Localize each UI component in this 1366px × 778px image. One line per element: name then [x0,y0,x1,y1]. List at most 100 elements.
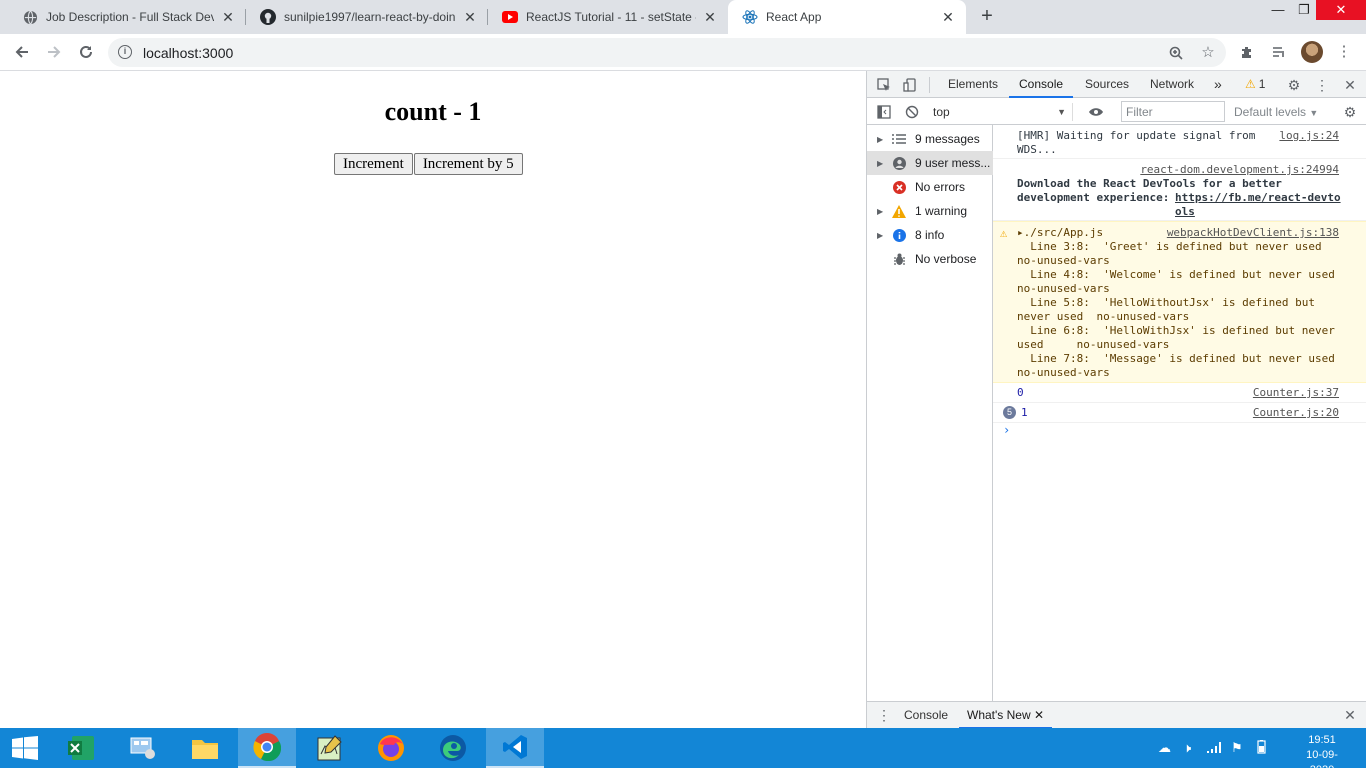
button-row: Increment Increment by 5 [334,153,523,175]
sidebar-item-label: No verbose [915,252,977,266]
device-toolbar-icon[interactable] [901,76,919,94]
close-tab-icon[interactable]: ✕ [1034,708,1044,722]
drawer-menu-icon[interactable]: ⋮ [875,706,893,724]
tab-network[interactable]: Network [1150,71,1194,98]
tab-youtube[interactable]: ReactJS Tutorial - 11 - setState - ✕ [488,0,728,34]
sidebar-item-verbose[interactable]: No verbose [867,247,993,271]
console-sidebar: ▶ 9 messages ▶ 9 user mess... No errors … [867,125,993,701]
control-panel-icon[interactable] [114,728,172,768]
filter-input[interactable]: Filter [1121,101,1225,122]
clear-console-icon[interactable] [903,103,921,121]
log-levels-dropdown[interactable]: Default levels ▼ [1234,103,1318,122]
drawer-tab-console[interactable]: Console [904,702,948,729]
expand-arrow-icon[interactable]: ▶ [877,159,891,168]
message-source-link[interactable]: log.js:24 [1279,129,1339,143]
message-source-link[interactable]: Counter.js:20 [1253,406,1339,420]
console-settings-gear-icon[interactable]: ⚙ [1341,103,1359,121]
address-bar[interactable]: i localhost:3000 ☆ [108,38,1226,67]
edge-icon[interactable] [424,728,482,768]
chrome-taskbar-icon[interactable] [238,728,296,768]
repeat-count-badge: 5 [1003,406,1016,419]
sidebar-item-user-messages[interactable]: ▶ 9 user mess... [867,151,993,175]
tab-react-app[interactable]: React App ✕ [728,0,966,34]
reload-icon [80,45,92,58]
console-prompt[interactable]: › [1003,423,1010,437]
expand-arrow-icon[interactable]: ▶ [877,135,891,144]
bookmark-star-icon[interactable]: ☆ [1198,43,1218,63]
console-message: [HMR] Waiting for update signal from WDS… [993,125,1366,159]
more-tabs-icon[interactable]: » [1214,71,1222,98]
close-tab-icon[interactable]: ✕ [702,9,718,26]
drawer-tab-whats-new[interactable]: What's New ✕ [959,702,1053,729]
close-devtools-icon[interactable]: ✕ [1341,76,1359,94]
close-tab-icon[interactable]: ✕ [940,9,956,26]
reload-button[interactable] [74,40,98,64]
message-link[interactable]: https://fb.me/react-devto ols [1175,191,1341,219]
log-value: 0 [1017,386,1024,399]
message-source-link[interactable]: Counter.js:37 [1253,386,1339,400]
media-queue-icon[interactable] [1268,41,1290,63]
close-tab-icon[interactable]: ✕ [462,9,478,26]
extensions-icon[interactable] [1236,41,1258,63]
tab-job-description[interactable]: Job Description - Full Stack Deve ✕ [8,0,246,34]
vscode-icon[interactable] [486,728,544,768]
live-expression-eye-icon[interactable] [1087,103,1105,121]
battery-icon[interactable] [1254,740,1268,758]
log-value: 1 [1021,406,1028,419]
user-icon [891,155,907,171]
file-explorer-icon[interactable] [176,728,234,768]
console-warning[interactable]: ⚠ ▸./src/App.js webpackHotDevClient.js:1… [993,221,1366,383]
site-info-icon[interactable]: i [118,45,132,59]
clock-date: 10-09-2020 [1306,749,1338,776]
close-window-button[interactable]: ✕ [1316,0,1366,20]
message-source-link[interactable]: react-dom.development.js:24994 [1140,163,1339,177]
increment-button[interactable]: Increment [334,153,413,175]
tab-github[interactable]: sunilpie1997/learn-react-by-doin ✕ [246,0,488,34]
devtools-menu-icon[interactable]: ⋮ [1313,76,1331,94]
context-selector[interactable]: top ▼ [933,103,1073,121]
url-text[interactable]: localhost:3000 [143,45,233,61]
show-sidebar-icon[interactable] [875,103,893,121]
divider [929,77,930,93]
expand-arrow-icon[interactable]: ▶ [877,207,891,216]
sidebar-item-label: 1 warning [915,204,968,218]
volume-icon[interactable]: 🕨 [1183,740,1191,756]
sidebar-item-label: 8 info [915,228,945,242]
message-text: [HMR] Waiting for update signal from WDS… [1017,129,1256,156]
clock-time: 19:51 [1308,734,1336,746]
settings-gear-icon[interactable]: ⚙ [1285,76,1303,94]
inspect-element-icon[interactable] [875,76,893,94]
forward-button[interactable] [42,40,66,64]
notepad-app-icon[interactable] [300,728,358,768]
zoom-icon[interactable] [1166,43,1186,63]
profile-avatar[interactable] [1301,41,1323,63]
warning-file[interactable]: ▸./src/App.js [1017,226,1103,240]
new-tab-button[interactable]: + [976,5,998,27]
close-tab-icon[interactable]: ✕ [220,9,236,26]
windows-start-icon[interactable] [0,728,50,768]
list-icon [891,131,907,147]
network-signal-icon[interactable] [1206,740,1222,758]
react-icon [742,9,758,25]
back-button[interactable] [10,40,34,64]
onedrive-cloud-icon[interactable]: ☁ [1158,740,1171,756]
sidebar-item-messages[interactable]: ▶ 9 messages [867,127,993,151]
warning-counter[interactable]: ⚠ 1 [1245,71,1265,98]
close-drawer-icon[interactable]: ✕ [1341,706,1359,724]
tab-sources[interactable]: Sources [1085,71,1129,98]
chrome-menu-icon[interactable]: ⋮ [1333,41,1355,63]
tab-elements[interactable]: Elements [948,71,998,98]
sidebar-item-errors[interactable]: No errors [867,175,993,199]
chevron-down-icon: ▼ [1057,107,1066,117]
bug-icon [891,251,907,267]
system-clock[interactable]: 19:51 10-09-2020 [1296,733,1348,778]
firefox-icon[interactable] [362,728,420,768]
increment-by-5-button[interactable]: Increment by 5 [413,153,523,175]
expand-arrow-icon[interactable]: ▶ [877,231,891,240]
tab-console[interactable]: Console [1009,71,1074,98]
sidebar-item-warnings[interactable]: ▶ 1 warning [867,199,993,223]
sidebar-item-info[interactable]: ▶ 8 info [867,223,993,247]
message-source-link[interactable]: webpackHotDevClient.js:138 [1167,226,1339,240]
excel-icon[interactable] [52,728,110,768]
notifications-flag-icon[interactable]: ⚑ [1231,740,1243,756]
